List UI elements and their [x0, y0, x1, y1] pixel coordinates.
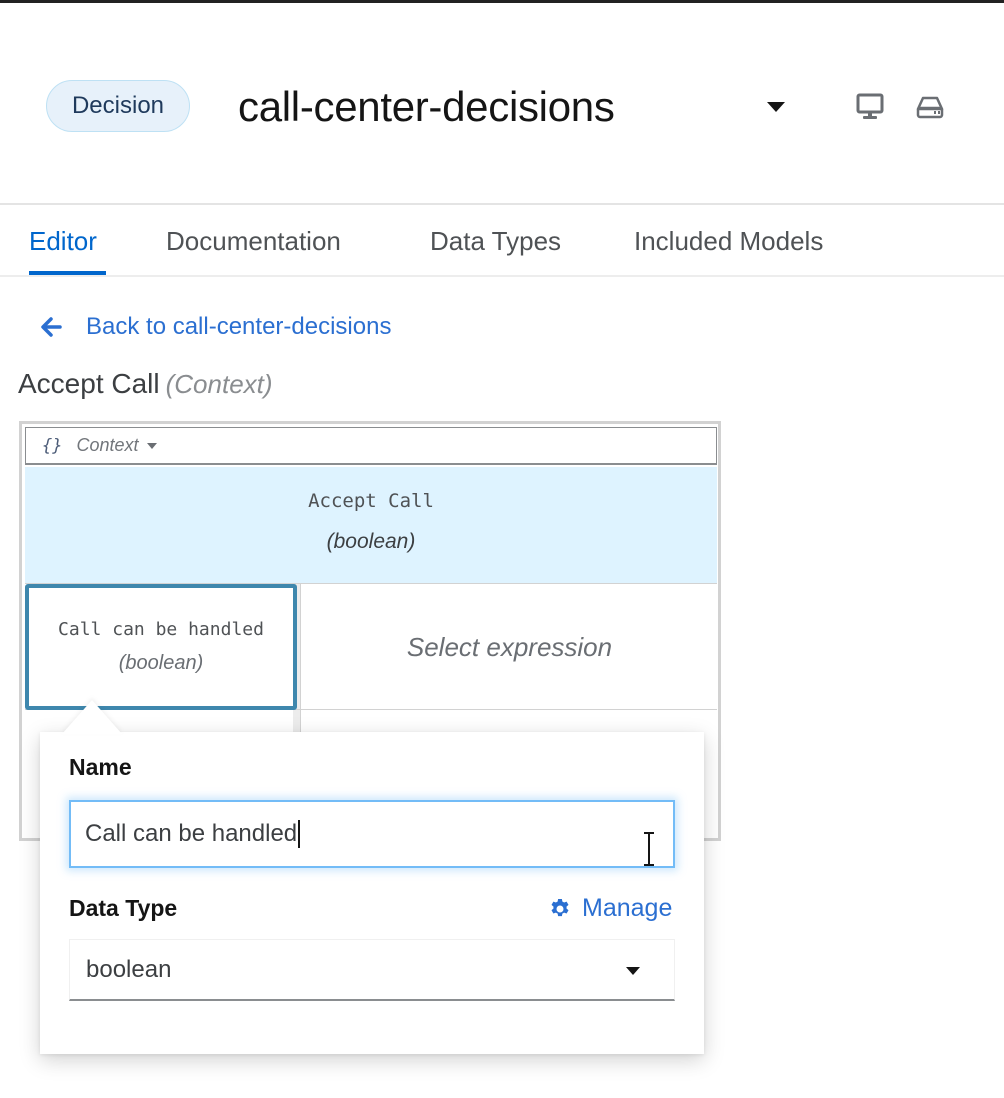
data-type-value: boolean — [86, 955, 172, 983]
tab-data-types[interactable]: Data Types — [430, 223, 561, 259]
caret-down-icon[interactable] — [766, 100, 786, 114]
result-type: (boolean) — [326, 530, 416, 553]
hard-drive-icon[interactable] — [915, 93, 945, 121]
name-label: Name — [69, 754, 132, 780]
editor-header: Decision call-center-decisions — [0, 3, 1004, 204]
manage-label: Manage — [582, 894, 673, 922]
name-input-value: Call can be handled — [85, 820, 298, 847]
entry-type: (boolean) — [118, 652, 204, 674]
caret-down-icon — [146, 442, 157, 449]
name-input[interactable]: Call can be handled — [69, 800, 675, 868]
ibeam-cursor-icon — [644, 832, 654, 866]
result-header-cell[interactable]: Accept Call (boolean) — [25, 467, 717, 584]
back-link[interactable]: Back to call-center-decisions — [40, 310, 391, 344]
popover-arrow — [62, 700, 122, 734]
text-cursor — [298, 820, 301, 848]
tab-documentation[interactable]: Documentation — [166, 223, 341, 259]
result-name: Accept Call — [308, 490, 434, 512]
expression-type-label: Context — [76, 435, 139, 455]
tab-editor[interactable]: Editor — [29, 223, 97, 259]
select-expression-placeholder: Select expression — [406, 631, 613, 662]
editor-tabs: Editor Documentation Data Types Included… — [0, 205, 1004, 275]
entry-name: Call can be handled — [58, 619, 264, 640]
context-name: Accept Call — [18, 368, 160, 399]
braces-icon: {} — [42, 435, 63, 456]
entry-name-cell[interactable]: Call can be handled (boolean) — [25, 584, 297, 710]
tabs-divider — [0, 275, 1004, 277]
data-type-select[interactable]: boolean — [69, 939, 675, 1001]
model-title[interactable]: call-center-decisions — [238, 79, 615, 135]
caret-down-icon — [626, 967, 640, 975]
context-kind: (Context) — [165, 369, 273, 399]
data-type-label: Data Type — [69, 895, 178, 921]
entry-edit-popover: Name Call can be handled Data Type Manag… — [40, 732, 704, 1054]
back-link-label: Back to call-center-decisions — [86, 313, 392, 340]
entry-expression-cell[interactable]: Select expression — [302, 584, 717, 710]
manage-data-types-link[interactable]: Manage — [548, 894, 672, 923]
tab-included-models[interactable]: Included Models — [634, 223, 823, 259]
context-entry-row: Call can be handled (boolean) Select exp… — [25, 584, 717, 710]
context-title: Accept Call (Context) — [18, 368, 273, 400]
desktop-icon[interactable] — [855, 93, 885, 121]
arrow-left-icon — [41, 317, 62, 337]
expression-type-selector[interactable]: {} Context — [25, 427, 717, 465]
model-type-badge: Decision — [46, 80, 190, 132]
gear-icon — [551, 898, 569, 916]
